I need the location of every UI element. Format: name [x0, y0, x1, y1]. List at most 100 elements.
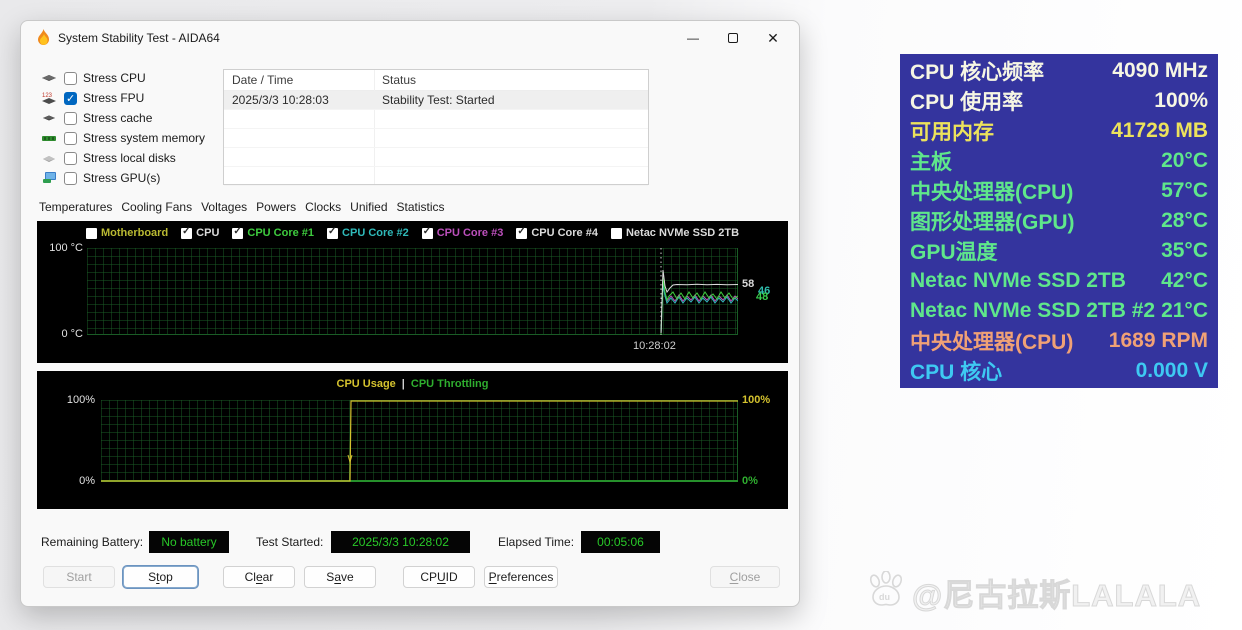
- stress-cpu-label: Stress CPU: [83, 71, 146, 85]
- tab-clocks[interactable]: Clocks: [305, 200, 341, 214]
- stress-option-memory[interactable]: Stress system memory: [39, 129, 205, 147]
- start-button[interactable]: Start: [43, 566, 115, 588]
- stop-button[interactable]: Stop: [123, 566, 198, 588]
- gpu-icon: [39, 171, 59, 185]
- sensor-row-ssd1-temp: Netac NVMe SSD 2TB 42°C: [910, 269, 1208, 292]
- preferences-button[interactable]: Preferences: [484, 566, 558, 588]
- stress-cpu-checkbox[interactable]: [64, 71, 77, 85]
- cpu-usage-chart: CPU Usage | CPU Throttling 100% 0% 100% …: [37, 371, 788, 509]
- legend-cpu-core-2[interactable]: CPU Core #2: [327, 226, 409, 239]
- temperature-chart: Motherboard CPU CPU Core #1 CPU Core #2 …: [37, 221, 788, 363]
- sensor-row-cpu-usage: CPU 使用率 100%: [910, 89, 1208, 114]
- usage-left-max: 100%: [66, 394, 95, 406]
- legend-cpu-core-3[interactable]: CPU Core #3: [421, 226, 503, 239]
- clear-button[interactable]: Clear: [223, 566, 295, 588]
- stress-disks-checkbox[interactable]: [64, 151, 77, 165]
- column-header-status[interactable]: Status: [374, 70, 648, 90]
- battery-label: Remaining Battery:: [41, 535, 144, 549]
- elapsed-label: Elapsed Time:: [498, 535, 575, 549]
- stress-option-fpu[interactable]: 123 Stress FPU: [39, 89, 144, 107]
- stress-cache-checkbox[interactable]: [64, 111, 77, 125]
- baidu-paw-icon: du: [866, 570, 908, 614]
- sensor-panel: CPU 核心频率 4090 MHz CPU 使用率 100% 可用内存 41729 M…: [900, 54, 1218, 388]
- legend-checkbox[interactable]: [85, 227, 97, 239]
- legend-netac-ssd[interactable]: Netac NVMe SSD 2TB: [610, 227, 739, 239]
- log-status: Stability Test: Started: [382, 93, 495, 107]
- stability-test-window: System Stability Test - AIDA64 — ✕ Stres…: [20, 20, 800, 607]
- usage-right-max: 100%: [742, 394, 771, 406]
- sensor-row-ssd2-temp: Netac NVMe SSD 2TB #2 21°C: [910, 299, 1208, 322]
- sensor-row-cpu-fan: 中央处理器(CPU) 1689 RPM: [910, 329, 1208, 354]
- sensor-row-cpu-temp: 中央处理器(CPU) 57°C: [910, 179, 1208, 204]
- test-started-label: Test Started:: [256, 535, 324, 549]
- sensor-row-motherboard-temp: 主板 20°C: [910, 149, 1208, 174]
- stress-disks-label: Stress local disks: [83, 151, 176, 165]
- watermark: du @尼古拉斯LALALA: [866, 570, 1201, 615]
- screen: { "window": { "title": "System Stability…: [0, 0, 1242, 630]
- titlebar: System Stability Test - AIDA64 — ✕: [21, 21, 799, 55]
- legend-cpu[interactable]: CPU: [181, 226, 219, 239]
- cache-icon: [39, 113, 59, 123]
- y-axis-max: 100 °C: [49, 242, 83, 254]
- legend-checkbox[interactable]: [610, 227, 622, 239]
- chart-tabs: Temperatures Cooling Fans Voltages Power…: [39, 200, 445, 214]
- series-value-core1: 48: [756, 291, 769, 303]
- sensor-row-cpu-clock: CPU 核心频率 4090 MHz: [910, 59, 1208, 84]
- legend-checkbox[interactable]: [516, 226, 528, 239]
- title-separator: |: [401, 378, 405, 390]
- stress-gpu-checkbox[interactable]: [64, 171, 77, 185]
- stress-memory-checkbox[interactable]: [64, 131, 77, 145]
- table-row[interactable]: [224, 110, 648, 129]
- stress-option-disks[interactable]: Stress local disks: [39, 149, 176, 167]
- stress-option-cpu[interactable]: Stress CPU: [39, 69, 146, 87]
- legend-cpu-core-4[interactable]: CPU Core #4: [516, 226, 598, 239]
- legend-checkbox[interactable]: [327, 226, 339, 239]
- window-title: System Stability Test - AIDA64: [58, 31, 220, 45]
- legend-checkbox[interactable]: [421, 226, 433, 239]
- cpu-icon: [39, 72, 59, 84]
- window-controls: — ✕: [673, 21, 793, 55]
- tab-statistics[interactable]: Statistics: [397, 200, 445, 214]
- table-header: Date / Time Status: [224, 70, 648, 91]
- sensor-row-free-memory: 可用内存 41729 MB: [910, 119, 1208, 144]
- maximize-icon[interactable]: [713, 21, 753, 55]
- close-icon[interactable]: ✕: [753, 21, 793, 55]
- legend-checkbox[interactable]: [181, 226, 193, 239]
- table-row[interactable]: [224, 148, 648, 167]
- log-datetime: 2025/3/3 10:28:03: [232, 93, 329, 107]
- tab-voltages[interactable]: Voltages: [201, 200, 247, 214]
- button-row: Start Stop Clear Save CPUID Preferences …: [21, 566, 799, 588]
- minimize-icon[interactable]: —: [673, 21, 713, 55]
- legend-cpu-core-1[interactable]: CPU Core #1: [232, 226, 314, 239]
- tab-cooling-fans[interactable]: Cooling Fans: [121, 200, 192, 214]
- stress-fpu-label: Stress FPU: [83, 91, 145, 105]
- usage-left-min: 0%: [79, 475, 95, 487]
- column-header-datetime[interactable]: Date / Time: [224, 70, 374, 90]
- table-row[interactable]: [224, 129, 648, 148]
- usage-chart-title: CPU Usage | CPU Throttling: [37, 378, 788, 390]
- cpuid-button[interactable]: CPUID: [403, 566, 475, 588]
- stress-memory-label: Stress system memory: [83, 131, 206, 145]
- stress-option-cache[interactable]: Stress cache: [39, 109, 152, 127]
- save-button[interactable]: Save: [304, 566, 376, 588]
- fpu-icon: 123: [39, 91, 59, 106]
- usage-right-min: 0%: [742, 475, 758, 487]
- status-bar: Remaining Battery: No battery Test Start…: [21, 531, 799, 553]
- battery-value: No battery: [149, 531, 229, 553]
- usage-title: CPU Usage: [336, 378, 396, 390]
- close-button[interactable]: Close: [710, 566, 780, 588]
- legend-checkbox[interactable]: [232, 226, 244, 239]
- temperature-legend: Motherboard CPU CPU Core #1 CPU Core #2 …: [37, 226, 788, 239]
- stress-option-gpu[interactable]: Stress GPU(s): [39, 169, 160, 187]
- tab-unified[interactable]: Unified: [350, 200, 387, 214]
- memory-icon: [39, 133, 59, 143]
- event-log-table: Date / Time Status 2025/3/3 10:28:03 Sta…: [223, 69, 649, 186]
- sensor-row-gpu-diode-temp: GPU温度 35°C: [910, 239, 1208, 264]
- table-row[interactable]: [224, 167, 648, 186]
- legend-motherboard[interactable]: Motherboard: [85, 227, 168, 239]
- y-axis-min: 0 °C: [61, 328, 83, 340]
- tab-powers[interactable]: Powers: [256, 200, 296, 214]
- tab-temperatures[interactable]: Temperatures: [39, 200, 112, 214]
- table-row[interactable]: 2025/3/3 10:28:03 Stability Test: Starte…: [224, 91, 648, 110]
- stress-fpu-checkbox[interactable]: [64, 91, 77, 105]
